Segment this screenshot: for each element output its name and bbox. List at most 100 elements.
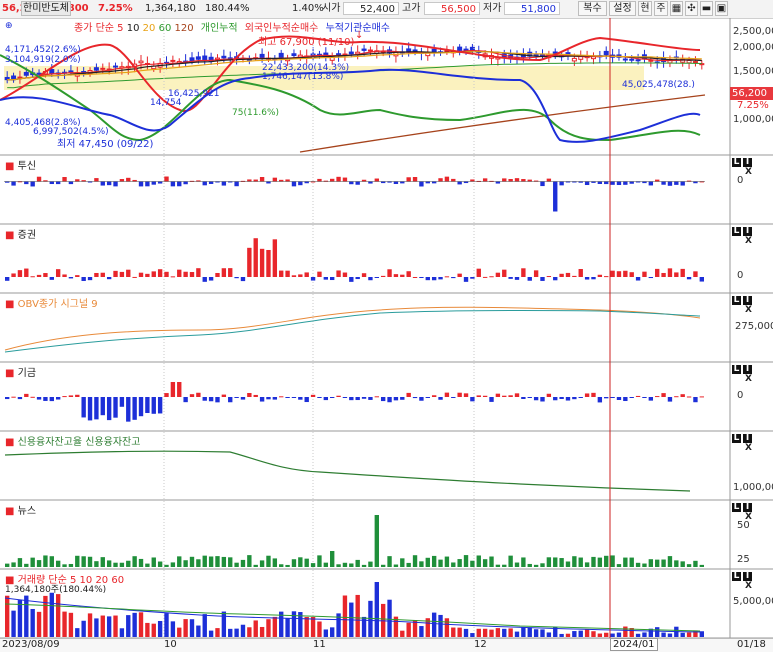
news-bar bbox=[196, 559, 201, 567]
securities-bar bbox=[247, 247, 252, 277]
news-bar bbox=[5, 563, 10, 567]
panel-close-button[interactable]: X bbox=[744, 582, 753, 591]
panel-title-credit: ■ 신용융자잔고율 신용융자잔고 bbox=[5, 437, 141, 448]
volume-bar bbox=[514, 631, 520, 637]
news-bar bbox=[259, 560, 265, 567]
news-bar bbox=[686, 564, 692, 567]
volume-bar bbox=[387, 599, 392, 637]
panel-close-button[interactable]: X bbox=[744, 306, 753, 315]
volume-bar bbox=[470, 633, 475, 637]
pension-bar bbox=[68, 395, 74, 397]
panel-info-button[interactable]: I bbox=[743, 434, 752, 443]
pension-bar bbox=[221, 394, 227, 397]
securities-bar bbox=[119, 271, 125, 277]
pension-bar bbox=[208, 397, 214, 402]
inv-trust-bar bbox=[291, 181, 297, 187]
inv-trust-bar bbox=[342, 177, 348, 182]
panel-close-button[interactable]: X bbox=[744, 237, 753, 246]
pension-bar bbox=[527, 397, 532, 398]
panel-link-button[interactable]: L bbox=[732, 365, 741, 374]
annotation-a2: 3,104,919(2.0%) bbox=[5, 55, 81, 65]
news-bar bbox=[330, 551, 335, 567]
securities-bar bbox=[196, 268, 201, 277]
securities-bar bbox=[266, 249, 271, 277]
news-bar bbox=[100, 557, 105, 567]
inv-trust-bar bbox=[616, 181, 622, 186]
inv-trust-bar bbox=[355, 181, 360, 185]
securities-bar bbox=[361, 273, 367, 277]
inv-trust-bar bbox=[208, 181, 214, 184]
securities-bar bbox=[610, 270, 615, 277]
pension-bar bbox=[240, 397, 246, 400]
panel-close-button[interactable]: X bbox=[744, 513, 753, 522]
date-label: 01/18 bbox=[737, 639, 766, 650]
panel-link-button[interactable]: L bbox=[732, 572, 741, 581]
chart-canvas[interactable] bbox=[0, 0, 773, 638]
panel-link-button[interactable]: L bbox=[732, 227, 741, 236]
y-axis-tick: 1,000,00 bbox=[733, 114, 773, 125]
inv-trust-bar bbox=[393, 181, 399, 185]
pension-bar bbox=[540, 397, 545, 402]
pension-bar bbox=[106, 397, 112, 421]
inv-trust-bar bbox=[177, 181, 182, 187]
candle-body bbox=[17, 76, 23, 79]
pension-bar bbox=[17, 397, 23, 400]
panel-info-button[interactable]: I bbox=[743, 365, 752, 374]
inv-trust-bar bbox=[119, 179, 125, 182]
pension-bar bbox=[279, 396, 284, 398]
candle-body bbox=[444, 50, 450, 53]
inv-trust-bar bbox=[597, 181, 603, 184]
panel-controls: L IX bbox=[730, 295, 773, 315]
volume-bar bbox=[616, 632, 622, 637]
securities-bar bbox=[559, 273, 564, 277]
candle-body bbox=[68, 70, 74, 73]
panel-info-button[interactable]: I bbox=[743, 158, 752, 167]
securities-bar bbox=[221, 268, 227, 277]
securities-bar bbox=[272, 239, 278, 277]
securities-bar bbox=[336, 270, 341, 277]
candle-body bbox=[100, 67, 106, 70]
inv-trust-bar bbox=[444, 176, 450, 182]
panel-close-button[interactable]: X bbox=[744, 444, 753, 453]
securities-bar bbox=[5, 277, 10, 281]
news-bar bbox=[495, 564, 501, 567]
panel-link-button[interactable]: L bbox=[732, 158, 741, 167]
securities-bar bbox=[145, 273, 150, 277]
inv-trust-bar bbox=[94, 178, 99, 182]
panel-info-button[interactable]: I bbox=[743, 296, 752, 305]
panel-close-button[interactable]: X bbox=[744, 168, 753, 177]
inv-trust-bar bbox=[374, 178, 379, 182]
panel-info-button[interactable]: I bbox=[743, 503, 752, 512]
securities-bar bbox=[323, 277, 329, 280]
inv-trust-bar bbox=[451, 178, 456, 182]
inv-trust-bar bbox=[304, 181, 309, 184]
panel-link-button[interactable]: L bbox=[732, 296, 741, 305]
news-bar bbox=[463, 555, 469, 567]
pension-bar bbox=[419, 397, 424, 401]
news-bar bbox=[674, 560, 679, 567]
panel-controls: L IX bbox=[730, 364, 773, 384]
panel-close-button[interactable]: X bbox=[744, 375, 753, 384]
panel-link-button[interactable]: L bbox=[732, 434, 741, 443]
pension-bar bbox=[635, 395, 641, 397]
securities-bar bbox=[431, 277, 437, 281]
volume-bar bbox=[11, 610, 16, 637]
inv-trust-bar bbox=[157, 181, 163, 184]
panel-info-button[interactable]: I bbox=[743, 572, 752, 581]
inv-trust-bar bbox=[527, 179, 532, 182]
pension-bar bbox=[272, 397, 278, 400]
securities-bar bbox=[400, 274, 405, 277]
volume-bar bbox=[30, 608, 35, 637]
pension-bar bbox=[642, 397, 647, 398]
pension-bar bbox=[451, 397, 456, 398]
panel-link-button[interactable]: L bbox=[732, 503, 741, 512]
volume-annotation: 1,364,180주(180.44%) bbox=[5, 585, 107, 595]
volume-bar bbox=[208, 630, 214, 637]
volume-bar bbox=[17, 600, 23, 637]
pension-bar bbox=[100, 397, 105, 416]
pension-bar bbox=[145, 397, 150, 414]
panel-info-button[interactable]: I bbox=[743, 227, 752, 236]
news-bar bbox=[374, 515, 379, 567]
candle-body bbox=[348, 51, 354, 55]
securities-bar bbox=[674, 272, 679, 277]
